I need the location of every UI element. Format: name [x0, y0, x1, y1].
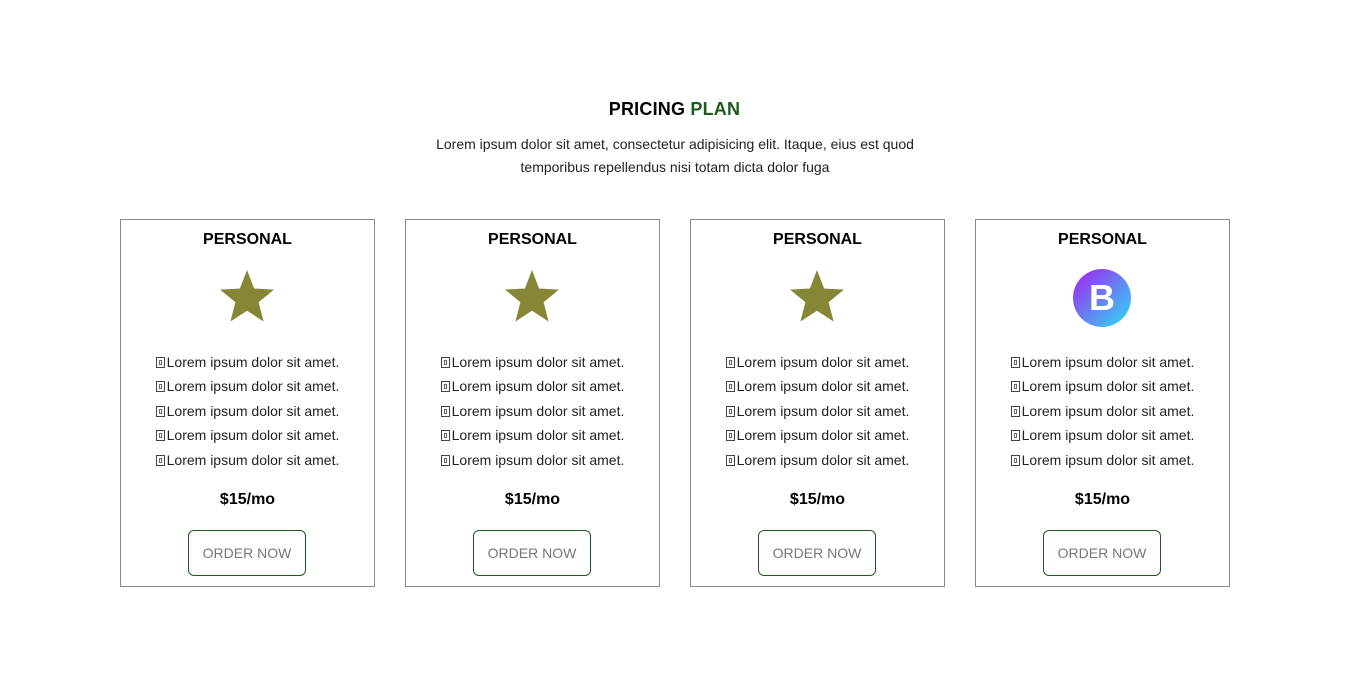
- feature-item: Lorem ipsum dolor sit amet.: [121, 374, 374, 398]
- feature-item: Lorem ipsum dolor sit amet.: [121, 448, 374, 472]
- missing-glyph-icon: [155, 357, 165, 368]
- star-icon: [505, 270, 559, 322]
- feature-text: Lorem ipsum dolor sit amet.: [736, 451, 910, 468]
- feature-item: Lorem ipsum dolor sit amet.: [976, 374, 1229, 398]
- feature-item: Lorem ipsum dolor sit amet.: [691, 374, 944, 398]
- star-shape: [505, 270, 559, 322]
- missing-glyph-icon: [1010, 430, 1020, 442]
- feature-item: Lorem ipsum dolor sit amet.: [976, 423, 1229, 447]
- feature-item: Lorem ipsum dolor sit amet.: [691, 399, 944, 423]
- feature-text: Lorem ipsum dolor sit amet.: [1021, 427, 1195, 444]
- card-title: PERSONAL: [773, 231, 862, 248]
- missing-glyph-icon: [440, 381, 450, 393]
- bootstrap-logo-icon: B: [1073, 269, 1131, 327]
- feature-item: Lorem ipsum dolor sit amet.: [406, 448, 659, 472]
- feature-item: Lorem ipsum dolor sit amet.: [121, 423, 374, 447]
- card-title: PERSONAL: [1058, 231, 1147, 248]
- feature-text: Lorem ipsum dolor sit amet.: [451, 427, 625, 444]
- feature-text: Lorem ipsum dolor sit amet.: [736, 378, 910, 395]
- feature-text: Lorem ipsum dolor sit amet.: [1021, 378, 1195, 395]
- feature-item: Lorem ipsum dolor sit amet.: [691, 350, 944, 374]
- missing-glyph-icon: [440, 405, 450, 417]
- star-icon: [220, 270, 274, 322]
- missing-glyph-icon: [155, 430, 165, 442]
- order-now-button[interactable]: ORDER NOW: [758, 530, 876, 576]
- feature-text: Lorem ipsum dolor sit amet.: [736, 354, 910, 370]
- order-now-button[interactable]: ORDER NOW: [1043, 530, 1161, 576]
- card-title: PERSONAL: [488, 231, 577, 248]
- missing-glyph-icon: [725, 357, 735, 368]
- missing-glyph-icon: [725, 454, 735, 466]
- order-now-button[interactable]: ORDER NOW: [473, 530, 591, 576]
- missing-glyph-icon: [1010, 405, 1020, 417]
- feature-item: Lorem ipsum dolor sit amet.: [406, 374, 659, 398]
- feature-text: Lorem ipsum dolor sit amet.: [166, 378, 340, 395]
- star-shape: [220, 270, 274, 322]
- missing-glyph-icon: [155, 454, 165, 466]
- missing-glyph-icon: [440, 357, 450, 368]
- title-main: PRICING: [608, 99, 686, 119]
- feature-list: Lorem ipsum dolor sit amet. Lorem ipsum …: [406, 350, 659, 472]
- missing-glyph-icon: [155, 405, 165, 417]
- feature-item: Lorem ipsum dolor sit amet.: [406, 423, 659, 447]
- feature-text: Lorem ipsum dolor sit amet.: [166, 427, 340, 444]
- feature-list: Lorem ipsum dolor sit amet. Lorem ipsum …: [976, 350, 1229, 472]
- feature-item: Lorem ipsum dolor sit amet.: [406, 350, 659, 374]
- missing-glyph-icon: [440, 454, 450, 466]
- missing-glyph-icon: [725, 430, 735, 442]
- feature-text: Lorem ipsum dolor sit amet.: [736, 402, 910, 419]
- feature-item: Lorem ipsum dolor sit amet.: [691, 448, 944, 472]
- feature-text: Lorem ipsum dolor sit amet.: [451, 402, 625, 419]
- card-price: $15/mo: [219, 491, 276, 508]
- subtitle-line-1: Lorem ipsum dolor sit amet, consectetur …: [436, 136, 914, 152]
- page-subtitle: Lorem ipsum dolor sit amet, consectetur …: [424, 133, 926, 179]
- missing-glyph-icon: [1010, 381, 1020, 393]
- missing-glyph-icon: [725, 405, 735, 417]
- feature-text: Lorem ipsum dolor sit amet.: [166, 451, 340, 468]
- feature-item: Lorem ipsum dolor sit amet.: [976, 350, 1229, 374]
- missing-glyph-icon: [725, 381, 735, 393]
- feature-text: Lorem ipsum dolor sit amet.: [736, 427, 910, 444]
- feature-text: Lorem ipsum dolor sit amet.: [451, 378, 625, 395]
- missing-glyph-icon: [440, 430, 450, 442]
- feature-text: Lorem ipsum dolor sit amet.: [1021, 354, 1195, 370]
- logo-letter: B: [1089, 277, 1115, 318]
- pricing-cards: PERSONAL Lorem ipsum dolor sit amet. Lor…: [120, 219, 1230, 587]
- feature-item: Lorem ipsum dolor sit amet.: [406, 399, 659, 423]
- missing-glyph-icon: [1010, 357, 1020, 368]
- pricing-card: PERSONAL B Lorem ipsum dolor sit amet. L…: [975, 219, 1230, 587]
- feature-text: Lorem ipsum dolor sit amet.: [451, 451, 625, 468]
- pricing-card: PERSONAL Lorem ipsum dolor sit amet. Lor…: [405, 219, 660, 587]
- feature-item: Lorem ipsum dolor sit amet.: [121, 399, 374, 423]
- order-now-button[interactable]: ORDER NOW: [188, 530, 306, 576]
- card-title: PERSONAL: [203, 231, 292, 248]
- feature-text: Lorem ipsum dolor sit amet.: [166, 402, 340, 419]
- card-price: $15/mo: [504, 491, 561, 508]
- star-shape: [790, 270, 844, 322]
- title-accent: PLAN: [690, 99, 741, 119]
- feature-item: Lorem ipsum dolor sit amet.: [691, 423, 944, 447]
- feature-text: Lorem ipsum dolor sit amet.: [1021, 451, 1195, 468]
- card-price: $15/mo: [1074, 491, 1131, 508]
- feature-list: Lorem ipsum dolor sit amet. Lorem ipsum …: [121, 350, 374, 472]
- missing-glyph-icon: [155, 381, 165, 393]
- star-icon: [790, 270, 844, 322]
- missing-glyph-icon: [1010, 454, 1020, 466]
- feature-item: Lorem ipsum dolor sit amet.: [121, 350, 374, 374]
- feature-text: Lorem ipsum dolor sit amet.: [1021, 402, 1195, 419]
- feature-list: Lorem ipsum dolor sit amet. Lorem ipsum …: [691, 350, 944, 472]
- feature-item: Lorem ipsum dolor sit amet.: [976, 448, 1229, 472]
- pricing-card: PERSONAL Lorem ipsum dolor sit amet. Lor…: [690, 219, 945, 587]
- pricing-card: PERSONAL Lorem ipsum dolor sit amet. Lor…: [120, 219, 375, 587]
- subtitle-line-2: temporibus repellendus nisi totam dicta …: [520, 159, 830, 175]
- card-price: $15/mo: [789, 491, 846, 508]
- pricing-section: PRICING PLAN Lorem ipsum dolor sit amet,…: [0, 0, 1349, 687]
- feature-text: Lorem ipsum dolor sit amet.: [451, 354, 625, 370]
- feature-item: Lorem ipsum dolor sit amet.: [976, 399, 1229, 423]
- page-title: PRICING PLAN: [0, 99, 1349, 120]
- feature-text: Lorem ipsum dolor sit amet.: [166, 354, 340, 370]
